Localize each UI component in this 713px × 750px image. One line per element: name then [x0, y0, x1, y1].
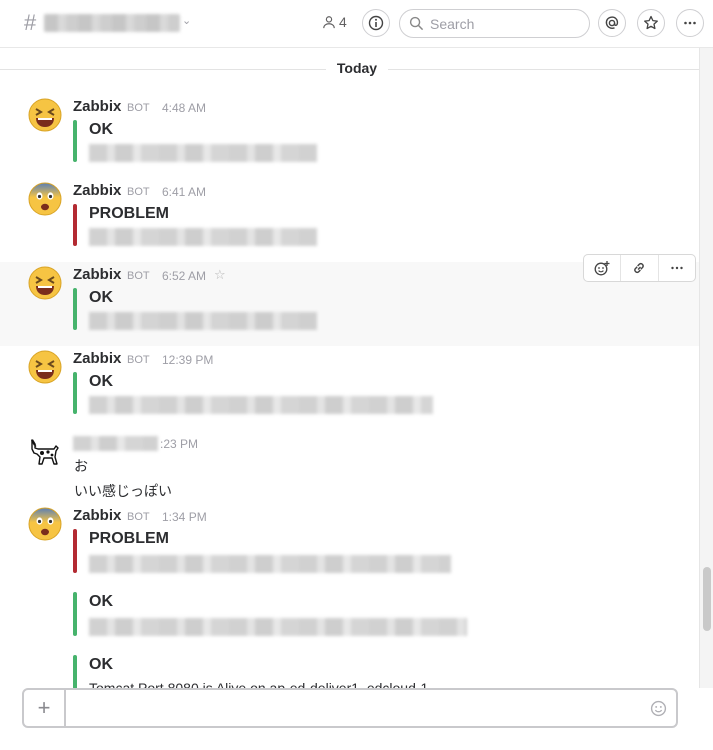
attachment-title: PROBLEM — [89, 530, 169, 547]
scrollbar-thumb[interactable] — [703, 567, 711, 631]
bot-badge: BOT — [127, 270, 150, 282]
laughing-face-icon — [28, 350, 62, 384]
ellipsis-icon — [684, 21, 696, 25]
member-count-button[interactable]: 4 — [322, 14, 347, 30]
message-text: いい感じっぽい — [74, 483, 172, 499]
timestamp[interactable]: 4:48 AM — [162, 101, 206, 115]
add-reaction-icon — [594, 261, 610, 276]
link-icon — [634, 263, 645, 273]
emoji-button[interactable] — [640, 690, 676, 726]
star-icon — [644, 15, 658, 30]
fearful-face-icon — [28, 182, 62, 216]
status-bar-problem — [73, 529, 77, 573]
timestamp[interactable]: 12:39 PM — [162, 353, 213, 367]
day-divider-line-right — [388, 69, 699, 70]
channel-window: # ⌄ 4 Search Today Zabbix BOT 4:48 AM OK… — [0, 0, 713, 750]
add-reaction-button[interactable] — [584, 255, 622, 281]
channel-info-button[interactable] — [362, 9, 390, 37]
timestamp[interactable]: 1:34 PM — [162, 510, 207, 524]
message[interactable]: Zabbix BOT 6:41 AM PROBLEM — [0, 178, 699, 258]
redacted-sender-name[interactable] — [73, 436, 158, 451]
dog-icon — [30, 439, 59, 465]
info-icon — [368, 15, 384, 31]
starred-button[interactable] — [637, 9, 665, 37]
status-bar-ok — [73, 120, 77, 162]
message[interactable]: :23 PM お いい感じっぽい — [0, 430, 699, 502]
timestamp[interactable]: 6:41 AM — [162, 185, 206, 199]
attachment-title: OK — [89, 656, 113, 673]
message[interactable]: Zabbix BOT 4:48 AM OK — [0, 94, 699, 174]
member-count: 4 — [339, 14, 347, 30]
attachment-title: OK — [89, 121, 113, 138]
more-options-button[interactable] — [676, 9, 704, 37]
message[interactable]: Zabbix BOT 1:34 PM PROBLEM OK OK — [0, 503, 699, 695]
sender-name[interactable]: Zabbix — [73, 507, 121, 524]
redacted-text — [89, 228, 317, 246]
message-actions-toolbar — [583, 254, 696, 282]
search-box[interactable] — [399, 9, 590, 38]
copy-link-button[interactable] — [621, 255, 659, 281]
message[interactable]: Zabbix BOT 12:39 PM OK — [0, 346, 699, 426]
bot-badge: BOT — [127, 186, 150, 198]
at-sign-icon — [605, 16, 619, 29]
redacted-text — [89, 396, 433, 414]
redacted-text — [89, 312, 317, 330]
add-file-button[interactable]: + — [24, 690, 66, 726]
redacted-text — [89, 144, 317, 162]
message-input[interactable] — [66, 690, 640, 726]
status-bar-ok — [73, 372, 77, 414]
person-icon — [323, 16, 335, 29]
message-composer: + — [22, 688, 678, 728]
redacted-text — [89, 555, 451, 573]
timestamp[interactable]: 6:52 AM — [162, 269, 206, 283]
message-text: お — [74, 458, 88, 474]
smiley-icon — [650, 700, 666, 716]
star-message-icon[interactable]: ☆ — [214, 267, 226, 283]
laughing-face-icon — [28, 98, 62, 132]
laughing-face-icon — [28, 266, 62, 300]
sender-name[interactable]: Zabbix — [73, 266, 121, 283]
bot-badge: BOT — [127, 102, 150, 114]
timestamp[interactable]: :23 PM — [160, 437, 198, 451]
sender-name[interactable]: Zabbix — [73, 350, 121, 367]
search-input[interactable] — [430, 15, 580, 32]
status-bar-ok — [73, 288, 77, 330]
sender-name[interactable]: Zabbix — [73, 182, 121, 199]
fearful-face-icon — [28, 507, 62, 541]
day-divider-label[interactable]: Today — [326, 60, 388, 76]
status-bar-problem — [73, 204, 77, 246]
bot-badge: BOT — [127, 354, 150, 366]
day-divider-line-left — [0, 69, 326, 70]
attachment-title: PROBLEM — [89, 205, 169, 222]
sender-name[interactable]: Zabbix — [73, 98, 121, 115]
bot-badge: BOT — [127, 511, 150, 523]
chevron-down-icon[interactable]: ⌄ — [182, 14, 191, 27]
channel-name-redacted[interactable] — [44, 14, 180, 32]
channel-header: # ⌄ 4 — [0, 0, 713, 48]
ellipsis-icon — [671, 266, 683, 270]
attachment-title: OK — [89, 593, 113, 610]
redacted-text — [89, 618, 467, 636]
status-bar-ok — [73, 592, 77, 636]
attachment-title: OK — [89, 373, 113, 390]
more-actions-button[interactable] — [659, 255, 695, 281]
search-icon — [409, 16, 424, 31]
mentions-button[interactable] — [598, 9, 626, 37]
channel-hash-icon: # — [24, 10, 37, 35]
attachment-title: OK — [89, 289, 113, 306]
plus-icon: + — [37, 695, 51, 720]
